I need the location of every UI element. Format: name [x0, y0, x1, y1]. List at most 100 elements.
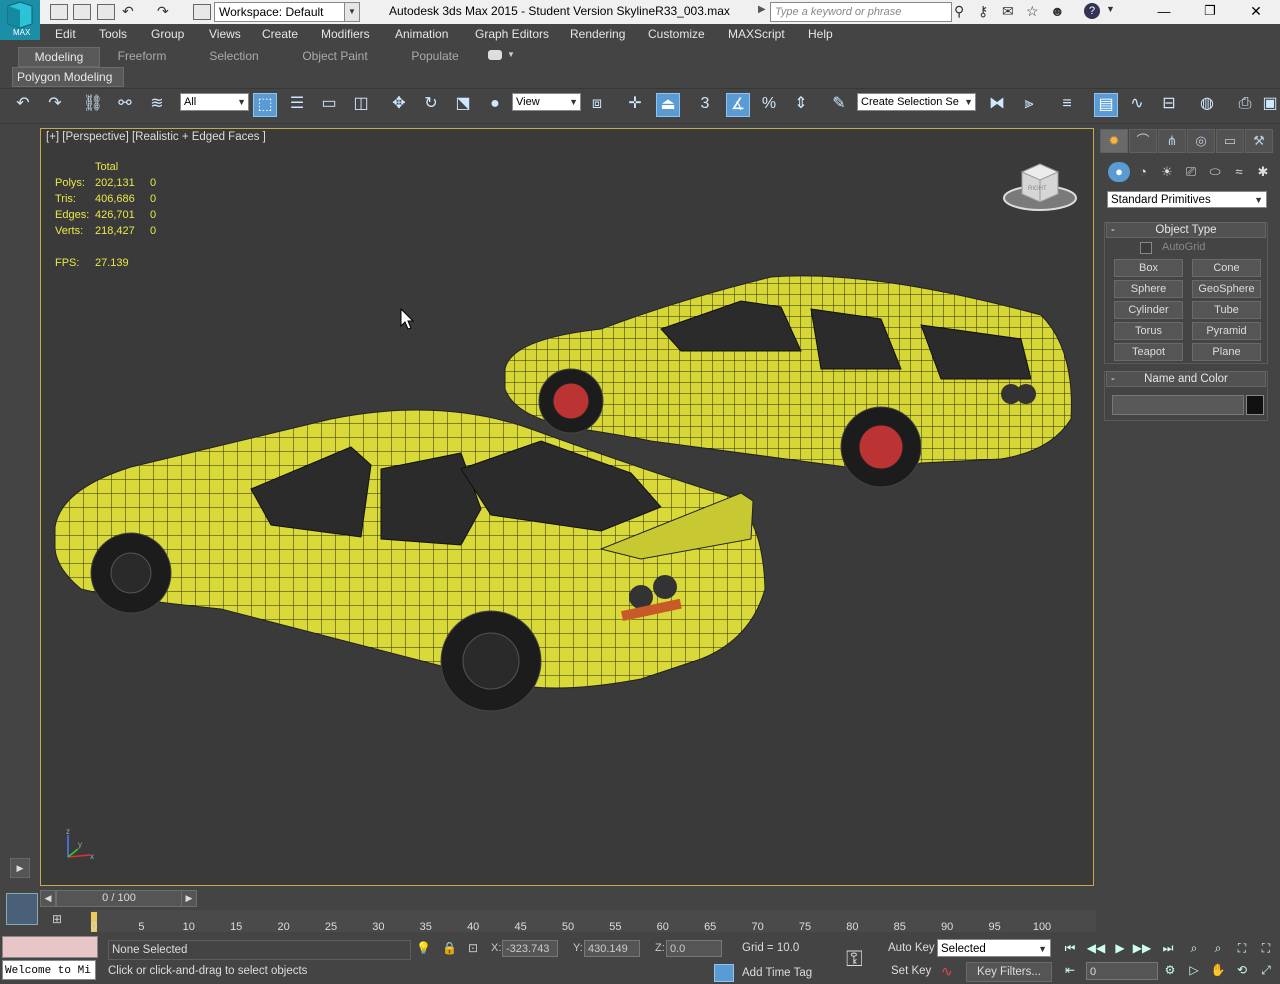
cylinder-button[interactable]: Cylinder [1114, 301, 1183, 319]
scene-meshes[interactable] [41, 129, 1093, 885]
render-setup-icon[interactable]: ⎙ [1234, 93, 1256, 115]
zoom-icon[interactable]: ⌕ [1184, 940, 1204, 956]
box-button[interactable]: Box [1114, 259, 1183, 277]
reference-coordinate-dropdown[interactable]: View ▼ [512, 93, 581, 111]
percent-snap-icon[interactable]: % [758, 93, 780, 115]
tab-populate[interactable]: Populate [400, 47, 470, 65]
new-file-icon[interactable] [50, 4, 68, 20]
menu-animation[interactable]: Animation [395, 27, 448, 41]
object-category-dropdown[interactable]: Standard Primitives ▼ [1107, 191, 1267, 208]
menu-edit[interactable]: Edit [55, 27, 76, 41]
rectangular-selection-icon[interactable]: ▭ [318, 93, 340, 115]
named-selection-dropdown[interactable]: Create Selection Se ▼ [857, 93, 976, 111]
play-icon[interactable]: ▶ [1110, 940, 1130, 956]
communication-icon[interactable]: ✉ [1002, 3, 1014, 20]
undo-icon[interactable]: ↶ [12, 93, 34, 115]
maxscript-mini-listener-pink[interactable] [2, 936, 98, 958]
z-coordinate-field[interactable]: 0.0 [666, 940, 722, 957]
shapes-icon[interactable]: ◔ [1132, 162, 1154, 182]
time-slider-thumb[interactable]: 0 / 100 [56, 890, 182, 907]
cameras-icon[interactable]: ⎚ [1180, 162, 1202, 182]
utilities-tab-icon[interactable]: ⚒ [1245, 129, 1273, 153]
keyboard-shortcut-override-icon[interactable]: ⏏ [656, 93, 680, 117]
select-and-scale-icon[interactable]: ⬔ [452, 93, 474, 115]
select-and-link-icon[interactable]: ⛓ [82, 93, 104, 115]
app-menu-button[interactable]: MAX [0, 0, 40, 40]
zoom-all-icon[interactable]: ⌕ [1208, 940, 1228, 956]
time-slider-track[interactable] [40, 890, 1094, 906]
manipulate-icon[interactable]: ✛ [624, 93, 646, 115]
spinner-snap-icon[interactable]: ⇕ [790, 93, 812, 115]
next-frame-icon[interactable]: ▶▶ [1132, 940, 1152, 956]
menu-customize[interactable]: Customize [648, 27, 705, 41]
lights-icon[interactable]: ☀ [1156, 162, 1178, 182]
trackbar-toggle-icon[interactable]: ⊞ [52, 912, 62, 926]
name-and-color-rollout-header[interactable]: - Name and Color [1106, 371, 1266, 387]
ribbon-options-icon[interactable] [488, 50, 502, 60]
cone-button[interactable]: Cone [1192, 259, 1261, 277]
key-set-dropdown[interactable]: Selected ▼ [937, 939, 1051, 957]
space-warps-icon[interactable]: ≈ [1228, 162, 1250, 182]
edit-named-selections-icon[interactable]: ✎ [828, 93, 850, 115]
select-and-rotate-icon[interactable]: ↻ [420, 93, 442, 115]
search-expand-icon[interactable]: ▶ [758, 4, 766, 15]
motion-tab-icon[interactable]: ◎ [1187, 129, 1215, 153]
geosphere-button[interactable]: GeoSphere [1192, 280, 1261, 298]
zoom-extents-icon[interactable]: ⛶ [1232, 940, 1252, 956]
object-type-rollout-header[interactable]: - Object Type [1106, 222, 1266, 238]
auto-key-button[interactable]: Auto Key [888, 942, 935, 954]
maximize-viewport-icon[interactable]: ⤢ [1256, 962, 1276, 978]
object-color-swatch[interactable] [1246, 395, 1264, 415]
menu-help[interactable]: Help [808, 27, 833, 41]
redo-icon[interactable]: ↷ [44, 93, 66, 115]
render-frame-icon[interactable]: ▣ [1262, 93, 1278, 115]
isolate-selection-icon[interactable]: 💡 [416, 941, 431, 955]
autogrid-checkbox[interactable] [1140, 242, 1152, 254]
systems-icon[interactable]: ✱ [1252, 162, 1274, 182]
orbit-icon[interactable]: ⟲ [1232, 962, 1252, 978]
menu-create[interactable]: Create [262, 27, 298, 41]
mini-curve-editor-icon[interactable] [6, 893, 38, 925]
select-by-name-icon[interactable]: ☰ [286, 93, 308, 115]
toggle-ribbon-icon[interactable]: ▤ [1094, 93, 1118, 117]
project-folder-icon[interactable] [193, 4, 211, 20]
viewport-layout-expand-icon[interactable]: ▶ [10, 858, 30, 878]
search-input[interactable]: Type a keyword or phrase [770, 2, 952, 22]
redo-quick-icon[interactable]: ↷ [157, 3, 169, 20]
mirror-icon[interactable]: ⧓ [986, 93, 1008, 115]
set-key-button[interactable]: Set Key [891, 965, 931, 977]
tab-modeling[interactable]: Modeling [18, 47, 100, 67]
save-file-icon[interactable] [97, 4, 115, 20]
add-time-tag-button[interactable]: Add Time Tag [742, 967, 812, 979]
object-name-field[interactable] [1112, 395, 1244, 415]
align-icon[interactable]: ⫸ [1018, 93, 1040, 115]
menu-tools[interactable]: Tools [99, 27, 127, 41]
key-search-icon[interactable]: ⚷ [978, 3, 988, 20]
menu-rendering[interactable]: Rendering [570, 27, 625, 41]
tube-button[interactable]: Tube [1192, 301, 1261, 319]
x-coordinate-field[interactable]: -323.743 [502, 940, 558, 957]
selection-filter-dropdown[interactable]: All ▼ [180, 93, 249, 111]
geometry-icon[interactable]: ● [1108, 162, 1130, 182]
workspace-dropdown[interactable]: Workspace: Default [214, 2, 352, 22]
curve-editor-icon[interactable]: ∿ [1126, 93, 1148, 115]
torus-button[interactable]: Torus [1114, 322, 1183, 340]
key-filters-button[interactable]: Key Filters... [966, 962, 1052, 982]
current-frame-field[interactable]: 0 [1086, 962, 1158, 980]
select-object-icon[interactable]: ⬚ [253, 93, 277, 117]
sphere-button[interactable]: Sphere [1114, 280, 1183, 298]
chevron-down-icon[interactable]: ▼ [344, 2, 360, 22]
pivot-center-icon[interactable]: ⧈ [586, 93, 608, 115]
menu-views[interactable]: Views [209, 27, 241, 41]
chevron-down-icon[interactable]: ▼ [507, 50, 515, 59]
window-crossing-icon[interactable]: ◫ [350, 93, 372, 115]
bind-to-space-warp-icon[interactable]: ≋ [146, 93, 168, 115]
coupe-car-mesh[interactable] [54, 409, 766, 712]
field-of-view-icon[interactable]: ▷ [1184, 962, 1204, 978]
go-to-end-icon[interactable]: ⏭ [1158, 940, 1178, 956]
plane-button[interactable]: Plane [1192, 343, 1261, 361]
angle-snap-icon[interactable]: ∡ [726, 93, 750, 117]
pyramid-button[interactable]: Pyramid [1192, 322, 1261, 340]
maxscript-listener-field[interactable]: Welcome to Mi [2, 960, 96, 980]
modify-tab-icon[interactable]: ⌒ [1129, 129, 1157, 153]
